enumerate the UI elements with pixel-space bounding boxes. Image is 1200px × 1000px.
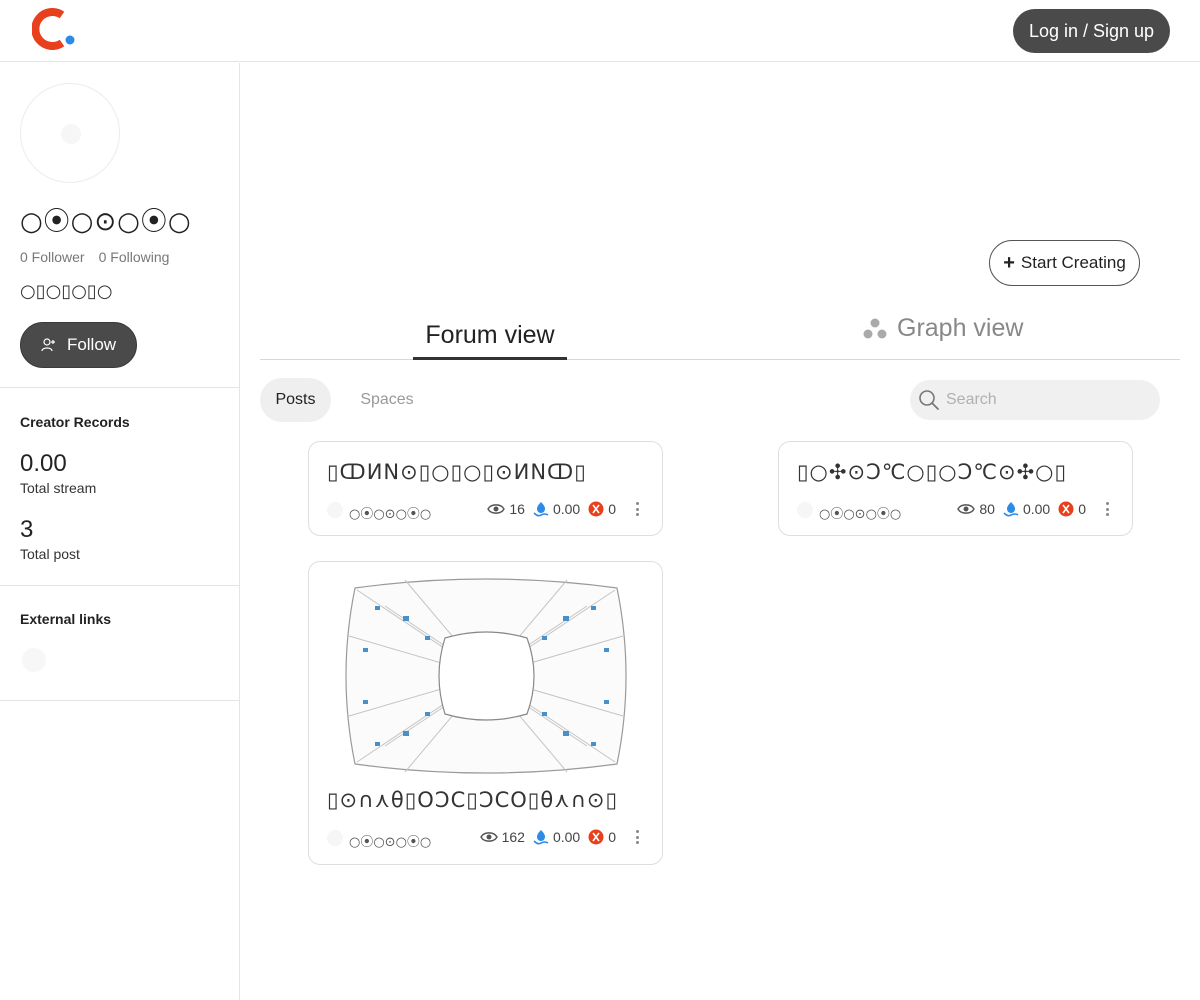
divider [0, 387, 239, 388]
graph-icon [863, 318, 887, 338]
follower-count[interactable]: 0 Follower [20, 249, 85, 265]
eye-icon [487, 504, 506, 514]
stream-icon [533, 502, 549, 517]
stream-value: 0.00 [1022, 501, 1051, 517]
divider [0, 700, 239, 701]
follow-stats: 0 Follower 0 Following [20, 249, 169, 265]
tip-icon [588, 829, 604, 845]
divider [0, 585, 239, 586]
profile-sidebar: ○⦿○⊙○⦿○ 0 Follower 0 Following ○▯○▯○▯○ F… [0, 63, 240, 1000]
external-links-title: External links [20, 611, 112, 627]
top-bar: Log in / Sign up [0, 0, 1200, 62]
login-signup-button[interactable]: Log in / Sign up [1013, 9, 1170, 53]
stream-value: 0.00 [552, 829, 581, 845]
eye-icon [479, 832, 498, 842]
post-image-art [345, 576, 627, 776]
total-post-value: 3 [20, 516, 34, 543]
eye-icon [957, 504, 976, 514]
avatar [20, 83, 120, 183]
tip-icon [588, 501, 604, 517]
tip-count: 0 [608, 501, 616, 517]
following-count[interactable]: 0 Following [99, 249, 170, 265]
post-stats: 16 0.00 0 [483, 500, 644, 518]
view-count: 16 [509, 501, 525, 517]
post-stats: 80 0.00 0 [953, 500, 1114, 518]
more-icon[interactable] [630, 500, 644, 518]
tab-posts[interactable]: Posts [260, 378, 331, 422]
post-title[interactable]: ▯ↀИΝ⊙▯○▯○▯⊙ИΝↀ▯ [327, 460, 587, 484]
logo-icon[interactable] [32, 8, 78, 50]
author-avatar [327, 830, 343, 846]
more-icon[interactable] [630, 828, 644, 846]
follow-button[interactable]: Follow [20, 322, 137, 368]
post-card[interactable]: ▯⊙∩⋏θ▯OↃC▯ↃCO▯θ⋏∩⊙▯ ○⦿○⊙○⦿○ 162 0.00 0 [308, 561, 663, 865]
view-tabs: Forum view Graph view [260, 310, 1180, 360]
stream-icon [533, 830, 549, 845]
external-link-icon[interactable] [22, 648, 46, 672]
start-creating-label: Start Creating [1020, 253, 1126, 272]
post-stats: 162 0.00 0 [476, 828, 644, 846]
plus-icon: + [1003, 252, 1015, 274]
more-icon[interactable] [1100, 500, 1114, 518]
view-count: 162 [501, 829, 525, 845]
post-title[interactable]: ▯○✣⊙Ↄ℃○▯○Ↄ℃⊙✣○▯ [797, 460, 1067, 484]
author-avatar [797, 502, 813, 518]
profile-name: ○⦿○⊙○⦿○ [20, 207, 192, 237]
tab-posts-label: Posts [275, 391, 316, 408]
tip-count: 0 [608, 829, 616, 845]
tab-spaces-label: Spaces [360, 391, 414, 408]
stream-value: 0.00 [552, 501, 581, 517]
post-card[interactable]: ▯ↀИΝ⊙▯○▯○▯⊙ИΝↀ▯ ○⦿○⊙○⦿○ 16 0.00 0 [308, 441, 663, 536]
profile-bio: ○▯○▯○▯○ [20, 281, 113, 302]
start-creating-button[interactable]: + Start Creating [989, 240, 1140, 286]
post-card[interactable]: ▯○✣⊙Ↄ℃○▯○Ↄ℃⊙✣○▯ ○⦿○⊙○⦿○ 80 0.00 0 [778, 441, 1133, 536]
tab-forum-view[interactable]: Forum view [413, 314, 567, 360]
tab-graph-view-label: Graph view [897, 314, 1024, 342]
follow-button-label: Follow [66, 335, 117, 354]
post-author[interactable]: ○⦿○⊙○⦿○ [349, 503, 431, 522]
tip-icon [1058, 501, 1074, 517]
search-icon [919, 390, 939, 410]
view-count: 80 [979, 501, 995, 517]
post-author[interactable]: ○⦿○⊙○⦿○ [349, 831, 431, 850]
creator-records-title: Creator Records [20, 414, 130, 430]
post-image[interactable] [345, 576, 627, 776]
total-stream-label: Total stream [20, 480, 97, 496]
tab-graph-view[interactable]: Graph view [863, 314, 1023, 343]
stream-icon [1003, 502, 1019, 517]
author-avatar [327, 502, 343, 518]
tip-count: 0 [1078, 501, 1086, 517]
post-author[interactable]: ○⦿○⊙○⦿○ [819, 503, 901, 522]
total-post-label: Total post [20, 546, 80, 562]
total-stream-value: 0.00 [20, 450, 67, 477]
tab-spaces[interactable]: Spaces [345, 378, 429, 422]
tab-forum-view-label: Forum view [425, 321, 555, 349]
user-plus-icon [41, 338, 55, 352]
search-bar [910, 380, 1160, 420]
search-input[interactable] [946, 391, 1146, 409]
post-title[interactable]: ▯⊙∩⋏θ▯OↃC▯ↃCO▯θ⋏∩⊙▯ [327, 788, 618, 812]
